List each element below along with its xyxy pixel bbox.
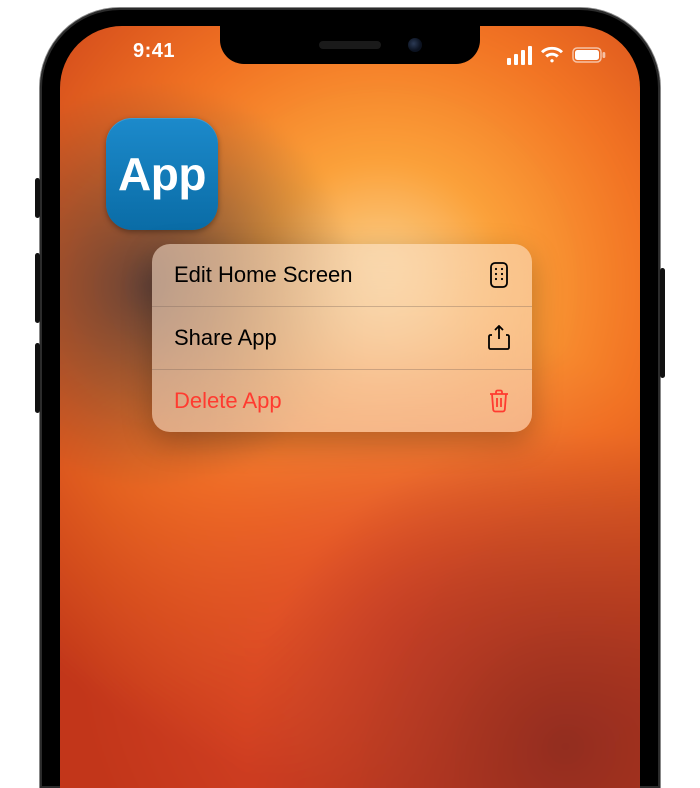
battery-icon	[572, 47, 606, 63]
mute-switch[interactable]	[35, 178, 40, 218]
app-context-menu: Edit Home Screen Share App	[152, 244, 532, 432]
apps-grid-icon	[486, 262, 512, 288]
volume-up-button[interactable]	[35, 253, 40, 323]
menu-item-share-app[interactable]: Share App	[152, 307, 532, 370]
screen: 9:41	[60, 26, 640, 788]
iphone-device-frame: 9:41	[40, 8, 660, 788]
menu-item-edit-home-screen[interactable]: Edit Home Screen	[152, 244, 532, 307]
status-bar: 9:41	[60, 40, 640, 70]
app-icon[interactable]: App	[106, 118, 218, 230]
status-time: 9:41	[94, 40, 214, 70]
menu-item-label: Edit Home Screen	[174, 262, 353, 288]
status-indicators	[507, 40, 607, 70]
share-icon	[486, 325, 512, 351]
wifi-icon	[540, 46, 564, 64]
menu-item-label: Delete App	[174, 388, 282, 414]
cellular-signal-icon	[507, 46, 533, 65]
menu-item-delete-app[interactable]: Delete App	[152, 370, 532, 432]
app-icon-label: App	[118, 147, 206, 201]
menu-item-label: Share App	[174, 325, 277, 351]
trash-icon	[486, 389, 512, 413]
side-power-button[interactable]	[660, 268, 665, 378]
volume-down-button[interactable]	[35, 343, 40, 413]
